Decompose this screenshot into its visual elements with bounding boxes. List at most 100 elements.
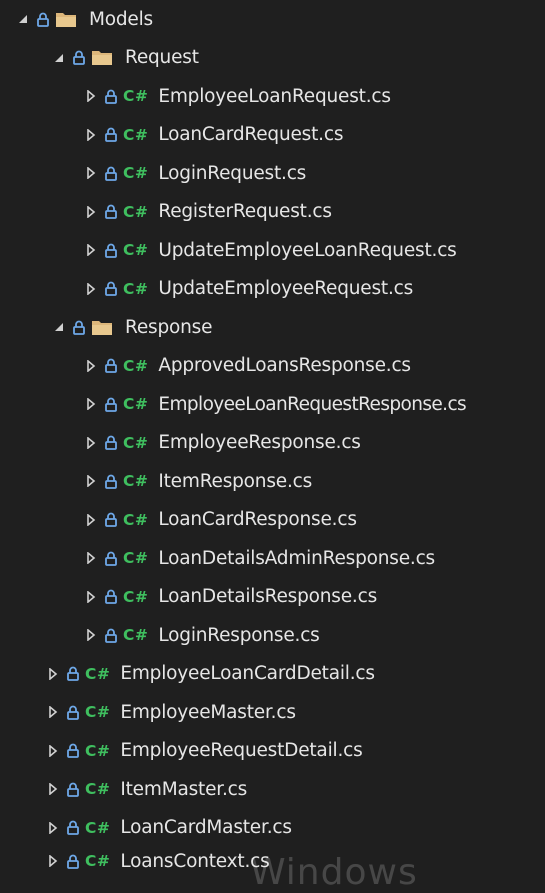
tree-item-file[interactable]: C# LoginResponse.cs [0, 616, 545, 654]
csharp-file-icon: C# [123, 202, 149, 221]
tree-item-request-folder[interactable]: Request [0, 39, 545, 77]
csharp-file-icon: C# [123, 125, 149, 144]
csharp-file-icon: C# [85, 664, 111, 683]
tree-item-file[interactable]: C# ItemResponse.cs [0, 462, 545, 500]
collapsed-arrow-icon[interactable] [84, 166, 98, 180]
collapsed-arrow-icon[interactable] [84, 436, 98, 450]
tree-item-label: ItemMaster.cs [120, 778, 248, 800]
csharp-file-icon: C# [123, 433, 149, 452]
lock-icon [104, 204, 118, 220]
tree-item-file[interactable]: C# EmployeeRequestDetail.cs [0, 732, 545, 770]
tree-item-file[interactable]: C# RegisterRequest.cs [0, 193, 545, 231]
collapsed-arrow-icon[interactable] [84, 89, 98, 103]
collapsed-arrow-icon[interactable] [46, 782, 60, 796]
expanded-arrow-icon[interactable] [52, 51, 66, 65]
tree-item-file[interactable]: C# EmployeeLoanRequest.cs [0, 77, 545, 115]
collapsed-arrow-icon[interactable] [46, 821, 60, 835]
csharp-file-icon: C# [85, 852, 111, 870]
tree-item-label: EmployeeLoanCardDetail.cs [120, 663, 375, 684]
lock-icon [66, 781, 80, 797]
tree-item-file[interactable]: C# LoanCardResponse.cs [0, 501, 545, 539]
tree-item-file[interactable]: C# EmployeeLoanRequestResponse.cs [0, 385, 545, 423]
tree-item-file[interactable]: C# LoansContext.cs [0, 844, 545, 878]
collapsed-arrow-icon[interactable] [84, 359, 98, 373]
lock-icon [104, 550, 118, 566]
tree-item-file[interactable]: C# LoginRequest.cs [0, 154, 545, 192]
csharp-file-icon: C# [123, 395, 149, 413]
collapsed-arrow-icon[interactable] [84, 590, 98, 604]
lock-icon [104, 435, 118, 451]
collapsed-arrow-icon[interactable] [46, 667, 60, 681]
csharp-file-icon: C# [85, 780, 111, 798]
collapsed-arrow-icon[interactable] [46, 705, 60, 719]
collapsed-arrow-icon[interactable] [46, 854, 60, 868]
tree-item-label: Models [89, 8, 153, 30]
collapsed-arrow-icon[interactable] [84, 513, 98, 527]
collapsed-arrow-icon[interactable] [84, 205, 98, 219]
tree-item-file[interactable]: C# LoanCardRequest.cs [0, 116, 545, 154]
tree-item-file[interactable]: C# ApprovedLoansResponse.cs [0, 347, 545, 385]
lock-icon [104, 589, 118, 605]
csharp-file-icon: C# [123, 626, 149, 644]
tree-item-file[interactable]: C# ItemMaster.cs [0, 770, 545, 808]
tree-item-file[interactable]: C# LoanDetailsAdminResponse.cs [0, 539, 545, 577]
tree-item-label: EmployeeLoanRequestResponse.cs [158, 393, 467, 415]
tree-item-label: LoanCardMaster.cs [120, 817, 292, 838]
tree-item-file[interactable]: C# LoanCardMaster.cs [0, 809, 545, 847]
tree-item-file[interactable]: C# UpdateEmployeeRequest.cs [0, 270, 545, 308]
collapsed-arrow-icon[interactable] [84, 397, 98, 411]
lock-icon [66, 743, 80, 759]
csharp-file-icon: C# [123, 356, 149, 375]
tree-item-label: UpdateEmployeeLoanRequest.cs [158, 239, 457, 261]
lock-icon [104, 281, 118, 297]
csharp-file-icon: C# [123, 241, 149, 259]
lock-icon [104, 165, 118, 181]
lock-icon [104, 242, 118, 258]
expanded-arrow-icon[interactable] [16, 12, 30, 26]
lock-icon [104, 127, 118, 143]
lock-icon [104, 396, 118, 412]
collapsed-arrow-icon[interactable] [84, 551, 98, 565]
csharp-file-icon: C# [123, 587, 149, 606]
csharp-file-icon: C# [85, 741, 111, 760]
tree-item-file[interactable]: C# EmployeeLoanCardDetail.cs [0, 655, 545, 693]
lock-icon [104, 358, 118, 374]
csharp-file-icon: C# [123, 164, 149, 182]
csharp-file-icon: C# [123, 472, 149, 490]
tree-item-label: ItemResponse.cs [158, 470, 313, 492]
tree-item-label: LoansContext.cs [120, 850, 270, 872]
collapsed-arrow-icon[interactable] [84, 474, 98, 488]
collapsed-arrow-icon[interactable] [46, 744, 60, 758]
tree-item-label: ApprovedLoansResponse.cs [158, 355, 411, 376]
tree-item-models-folder[interactable]: Models [0, 0, 545, 38]
tree-item-file[interactable]: C# LoanDetailsResponse.cs [0, 578, 545, 616]
lock-icon [104, 512, 118, 528]
tree-item-label: RegisterRequest.cs [158, 201, 332, 222]
csharp-file-icon: C# [85, 818, 111, 837]
tree-item-file[interactable]: C# EmployeeResponse.cs [0, 424, 545, 462]
tree-item-label: LoginResponse.cs [158, 624, 320, 646]
tree-item-response-folder[interactable]: Response [0, 308, 545, 346]
tree-item-file[interactable]: C# EmployeeMaster.cs [0, 693, 545, 731]
lock-icon [66, 853, 80, 869]
tree-item-label: LoanCardResponse.cs [158, 509, 357, 530]
solution-explorer-tree: Models Request C# EmployeeLoanRequest.cs… [0, 0, 545, 878]
expanded-arrow-icon[interactable] [52, 320, 66, 334]
csharp-file-icon: C# [123, 87, 149, 105]
csharp-file-icon: C# [123, 549, 149, 567]
folder-icon [55, 10, 77, 28]
tree-item-file[interactable]: C# UpdateEmployeeLoanRequest.cs [0, 231, 545, 269]
folder-icon [91, 318, 113, 336]
csharp-file-icon: C# [123, 510, 149, 529]
tree-item-label: EmployeeResponse.cs [158, 432, 361, 453]
lock-icon [36, 11, 50, 27]
collapsed-arrow-icon[interactable] [84, 282, 98, 296]
collapsed-arrow-icon[interactable] [84, 243, 98, 257]
tree-item-label: Request [125, 47, 199, 68]
tree-item-label: LoanDetailsResponse.cs [158, 586, 378, 607]
collapsed-arrow-icon[interactable] [84, 128, 98, 142]
lock-icon [66, 820, 80, 836]
lock-icon [66, 704, 80, 720]
collapsed-arrow-icon[interactable] [84, 628, 98, 642]
tree-item-label: EmployeeLoanRequest.cs [158, 85, 391, 107]
